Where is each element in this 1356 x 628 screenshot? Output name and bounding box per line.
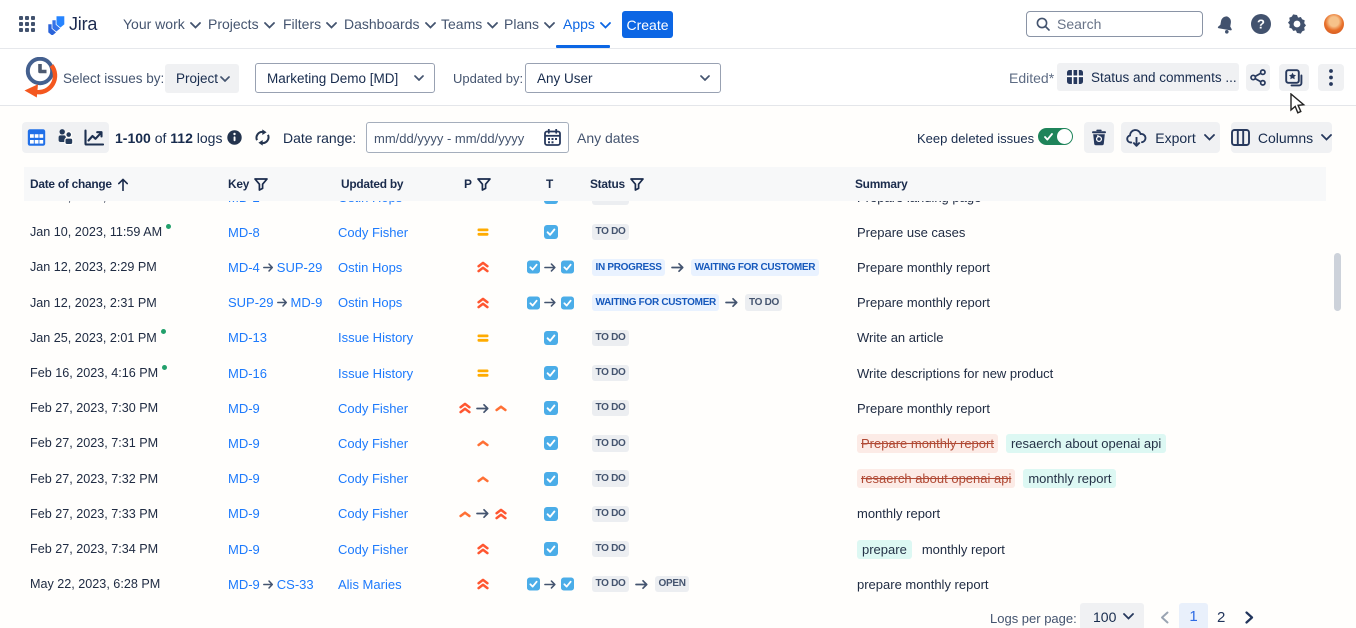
svg-text:?: ? xyxy=(1257,17,1265,32)
